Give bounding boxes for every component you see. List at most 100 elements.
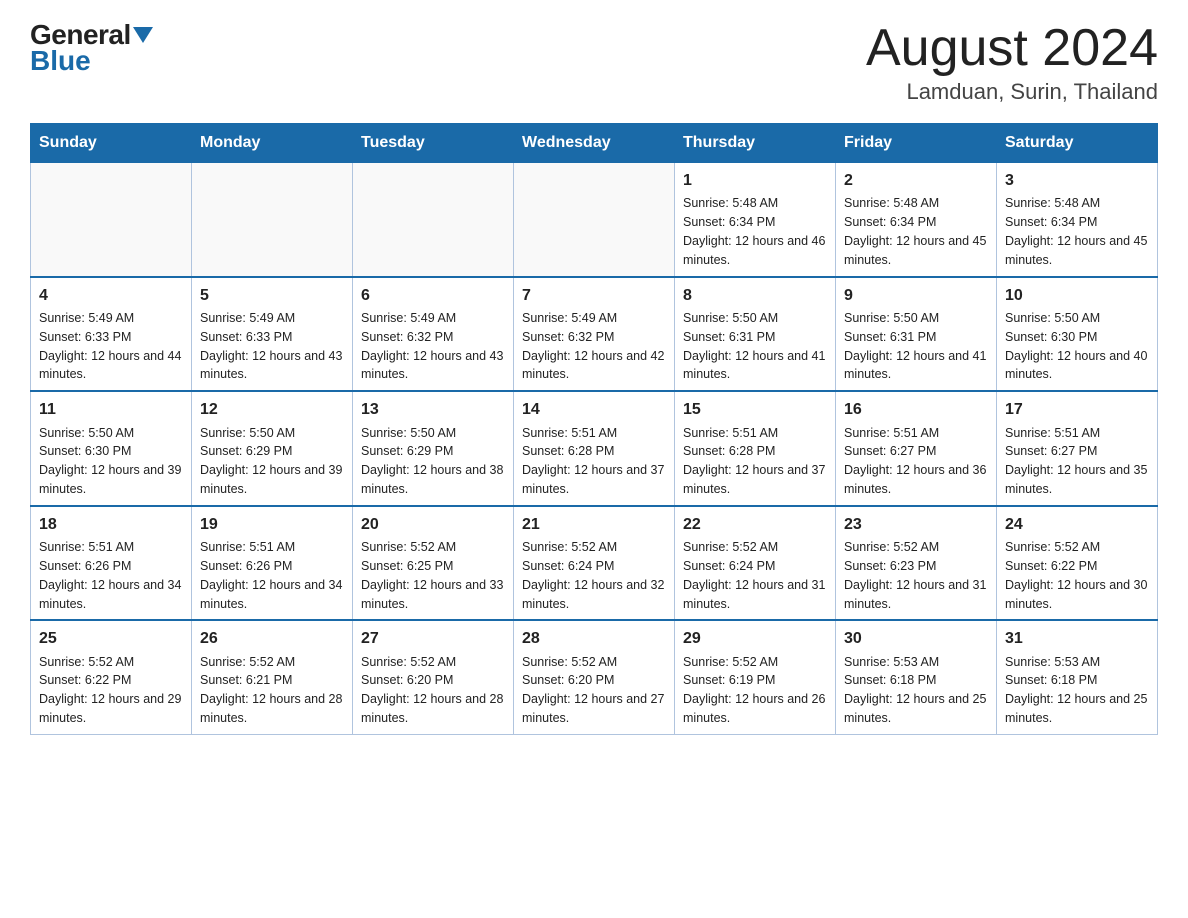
calendar-cell: 29 Sunrise: 5:52 AM Sunset: 6:19 PM Dayli… [675, 620, 836, 734]
day-number: 17 [1005, 398, 1149, 421]
month-year-title: August 2024 [866, 20, 1158, 77]
day-info: Sunrise: 5:52 AM Sunset: 6:23 PM Dayligh… [844, 540, 986, 611]
day-info: Sunrise: 5:49 AM Sunset: 6:32 PM Dayligh… [522, 311, 664, 382]
calendar-cell [353, 163, 514, 277]
day-number: 12 [200, 398, 344, 421]
calendar-cell: 18 Sunrise: 5:51 AM Sunset: 6:26 PM Dayli… [31, 506, 192, 621]
logo-triangle-icon [133, 27, 153, 43]
day-info: Sunrise: 5:52 AM Sunset: 6:19 PM Dayligh… [683, 655, 825, 726]
day-number: 9 [844, 284, 988, 307]
day-number: 28 [522, 627, 666, 650]
day-number: 31 [1005, 627, 1149, 650]
day-info: Sunrise: 5:50 AM Sunset: 6:31 PM Dayligh… [683, 311, 825, 382]
day-info: Sunrise: 5:53 AM Sunset: 6:18 PM Dayligh… [1005, 655, 1147, 726]
day-number: 5 [200, 284, 344, 307]
day-number: 15 [683, 398, 827, 421]
day-number: 23 [844, 513, 988, 536]
calendar-cell [31, 163, 192, 277]
calendar-week-row: 25 Sunrise: 5:52 AM Sunset: 6:22 PM Dayli… [31, 620, 1158, 734]
day-number: 21 [522, 513, 666, 536]
calendar-cell: 4 Sunrise: 5:49 AM Sunset: 6:33 PM Daylig… [31, 277, 192, 392]
calendar-cell: 11 Sunrise: 5:50 AM Sunset: 6:30 PM Dayli… [31, 391, 192, 506]
day-number: 10 [1005, 284, 1149, 307]
calendar-cell: 5Sunrise: 5:49 AM Sunset: 6:33 PM Daylig… [192, 277, 353, 392]
day-info: Sunrise: 5:52 AM Sunset: 6:25 PM Dayligh… [361, 540, 503, 611]
calendar-table: SundayMondayTuesdayWednesdayThursdayFrid… [30, 123, 1158, 735]
day-info: Sunrise: 5:51 AM Sunset: 6:28 PM Dayligh… [522, 426, 664, 497]
day-number: 7 [522, 284, 666, 307]
calendar-cell: 23 Sunrise: 5:52 AM Sunset: 6:23 PM Dayli… [836, 506, 997, 621]
day-info: Sunrise: 5:53 AM Sunset: 6:18 PM Dayligh… [844, 655, 986, 726]
calendar-week-row: 11 Sunrise: 5:50 AM Sunset: 6:30 PM Dayli… [31, 391, 1158, 506]
calendar-cell: 7 Sunrise: 5:49 AM Sunset: 6:32 PM Daylig… [514, 277, 675, 392]
calendar-cell: 25 Sunrise: 5:52 AM Sunset: 6:22 PM Dayli… [31, 620, 192, 734]
calendar-week-row: 18 Sunrise: 5:51 AM Sunset: 6:26 PM Dayli… [31, 506, 1158, 621]
calendar-cell: 27Sunrise: 5:52 AM Sunset: 6:20 PM Dayli… [353, 620, 514, 734]
day-info: Sunrise: 5:52 AM Sunset: 6:24 PM Dayligh… [522, 540, 664, 611]
col-header-thursday: Thursday [675, 124, 836, 163]
calendar-cell: 10 Sunrise: 5:50 AM Sunset: 6:30 PM Dayli… [997, 277, 1158, 392]
day-number: 30 [844, 627, 988, 650]
day-number: 3 [1005, 169, 1149, 192]
day-info: Sunrise: 5:52 AM Sunset: 6:20 PM Dayligh… [522, 655, 664, 726]
day-number: 20 [361, 513, 505, 536]
calendar-cell: 2Sunrise: 5:48 AM Sunset: 6:34 PM Daylig… [836, 163, 997, 277]
day-number: 4 [39, 284, 183, 307]
col-header-wednesday: Wednesday [514, 124, 675, 163]
day-info: Sunrise: 5:50 AM Sunset: 6:30 PM Dayligh… [1005, 311, 1147, 382]
calendar-cell: 31 Sunrise: 5:53 AM Sunset: 6:18 PM Dayli… [997, 620, 1158, 734]
calendar-cell: 22 Sunrise: 5:52 AM Sunset: 6:24 PM Dayli… [675, 506, 836, 621]
day-number: 22 [683, 513, 827, 536]
location-subtitle: Lamduan, Surin, Thailand [866, 79, 1158, 105]
page-header: General Blue August 2024 Lamduan, Surin,… [30, 20, 1158, 105]
calendar-cell [192, 163, 353, 277]
day-number: 11 [39, 398, 183, 421]
title-block: August 2024 Lamduan, Surin, Thailand [866, 20, 1158, 105]
calendar-cell: 14 Sunrise: 5:51 AM Sunset: 6:28 PM Dayli… [514, 391, 675, 506]
day-number: 18 [39, 513, 183, 536]
calendar-cell: 17 Sunrise: 5:51 AM Sunset: 6:27 PM Dayli… [997, 391, 1158, 506]
col-header-saturday: Saturday [997, 124, 1158, 163]
day-number: 14 [522, 398, 666, 421]
day-info: Sunrise: 5:50 AM Sunset: 6:29 PM Dayligh… [361, 426, 503, 497]
calendar-cell: 24Sunrise: 5:52 AM Sunset: 6:22 PM Dayli… [997, 506, 1158, 621]
day-info: Sunrise: 5:50 AM Sunset: 6:30 PM Dayligh… [39, 426, 181, 497]
day-number: 29 [683, 627, 827, 650]
day-number: 24 [1005, 513, 1149, 536]
day-info: Sunrise: 5:51 AM Sunset: 6:26 PM Dayligh… [39, 540, 181, 611]
calendar-cell: 1 Sunrise: 5:48 AM Sunset: 6:34 PM Daylig… [675, 163, 836, 277]
day-number: 1 [683, 169, 827, 192]
day-info: Sunrise: 5:50 AM Sunset: 6:29 PM Dayligh… [200, 426, 342, 497]
col-header-friday: Friday [836, 124, 997, 163]
col-header-sunday: Sunday [31, 124, 192, 163]
calendar-cell: 15Sunrise: 5:51 AM Sunset: 6:28 PM Dayli… [675, 391, 836, 506]
day-info: Sunrise: 5:48 AM Sunset: 6:34 PM Dayligh… [683, 196, 825, 267]
calendar-week-row: 1 Sunrise: 5:48 AM Sunset: 6:34 PM Daylig… [31, 163, 1158, 277]
calendar-cell: 6Sunrise: 5:49 AM Sunset: 6:32 PM Daylig… [353, 277, 514, 392]
calendar-cell: 9Sunrise: 5:50 AM Sunset: 6:31 PM Daylig… [836, 277, 997, 392]
day-info: Sunrise: 5:49 AM Sunset: 6:33 PM Dayligh… [39, 311, 181, 382]
col-header-monday: Monday [192, 124, 353, 163]
calendar-cell: 30 Sunrise: 5:53 AM Sunset: 6:18 PM Dayli… [836, 620, 997, 734]
calendar-cell: 21 Sunrise: 5:52 AM Sunset: 6:24 PM Dayli… [514, 506, 675, 621]
calendar-cell: 16Sunrise: 5:51 AM Sunset: 6:27 PM Dayli… [836, 391, 997, 506]
day-number: 27 [361, 627, 505, 650]
day-info: Sunrise: 5:52 AM Sunset: 6:21 PM Dayligh… [200, 655, 342, 726]
logo-blue: Blue [30, 47, 91, 75]
day-info: Sunrise: 5:48 AM Sunset: 6:34 PM Dayligh… [1005, 196, 1147, 267]
day-number: 19 [200, 513, 344, 536]
calendar-cell: 19Sunrise: 5:51 AM Sunset: 6:26 PM Dayli… [192, 506, 353, 621]
day-info: Sunrise: 5:48 AM Sunset: 6:34 PM Dayligh… [844, 196, 986, 267]
day-number: 26 [200, 627, 344, 650]
calendar-cell: 26 Sunrise: 5:52 AM Sunset: 6:21 PM Dayli… [192, 620, 353, 734]
day-number: 25 [39, 627, 183, 650]
calendar-cell: 28 Sunrise: 5:52 AM Sunset: 6:20 PM Dayli… [514, 620, 675, 734]
day-info: Sunrise: 5:49 AM Sunset: 6:32 PM Dayligh… [361, 311, 503, 382]
logo: General Blue [30, 20, 153, 75]
day-info: Sunrise: 5:52 AM Sunset: 6:24 PM Dayligh… [683, 540, 825, 611]
calendar-cell: 3 Sunrise: 5:48 AM Sunset: 6:34 PM Daylig… [997, 163, 1158, 277]
day-number: 8 [683, 284, 827, 307]
day-info: Sunrise: 5:52 AM Sunset: 6:22 PM Dayligh… [39, 655, 181, 726]
day-info: Sunrise: 5:51 AM Sunset: 6:27 PM Dayligh… [1005, 426, 1147, 497]
calendar-cell: 13Sunrise: 5:50 AM Sunset: 6:29 PM Dayli… [353, 391, 514, 506]
